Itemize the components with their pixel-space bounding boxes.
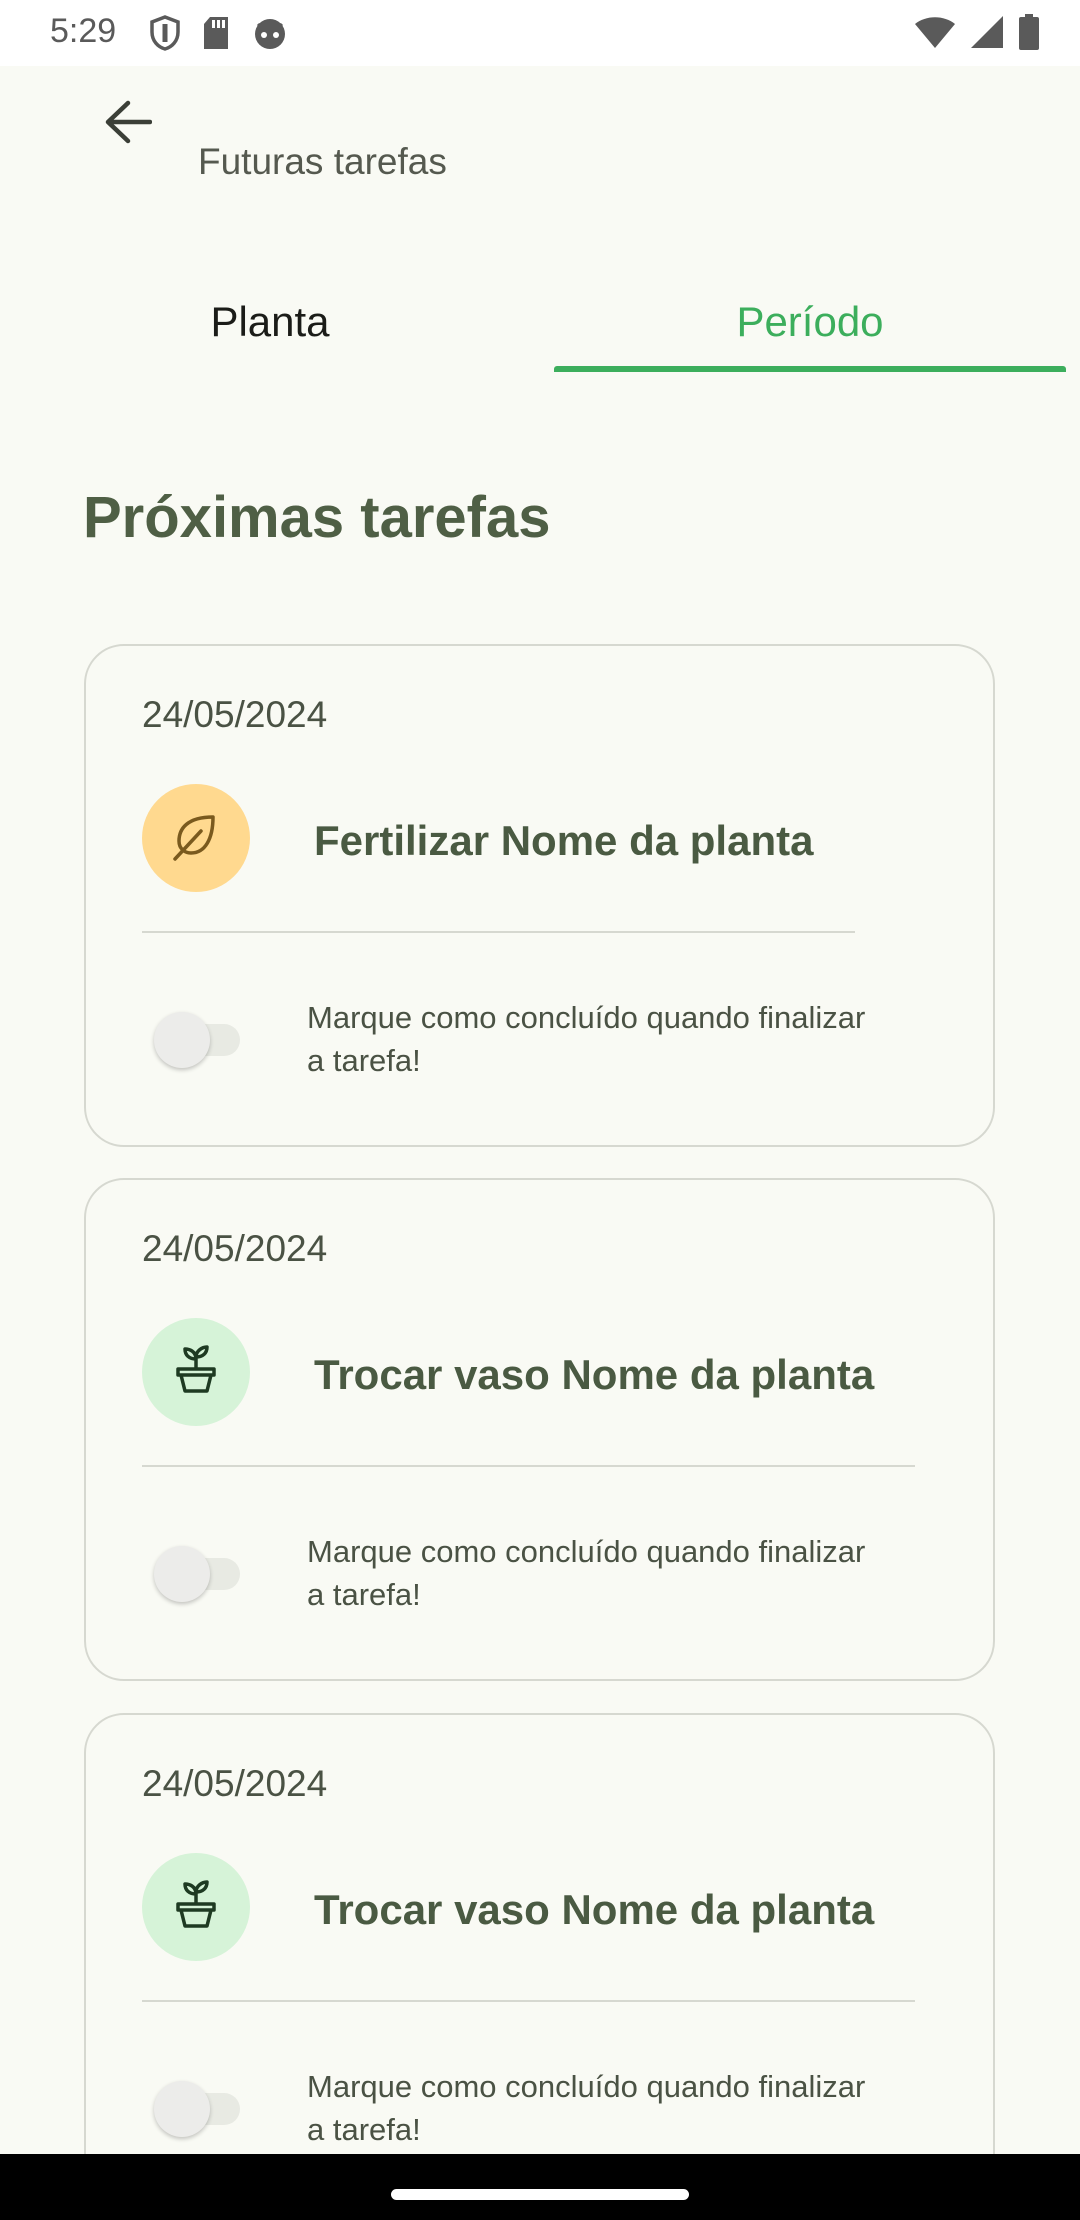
arrow-left-icon	[104, 100, 153, 149]
switch-label: Marque como concluído quando finalizar a…	[307, 1534, 866, 1612]
task-card: 24/05/2024 Fertilizar Nome da planta Mar…	[84, 644, 995, 1147]
potted-plant-icon	[169, 1878, 223, 1937]
completed-switch[interactable]	[154, 1011, 242, 1069]
divider	[142, 2000, 915, 2002]
tab-indicator	[554, 366, 1066, 372]
status-bar: 5:29	[0, 0, 1080, 66]
tab-periodo[interactable]: Período	[554, 270, 1066, 374]
task-date: 24/05/2024	[142, 694, 328, 735]
switch-label: Marque como concluído quando finalizar a…	[307, 2069, 866, 2147]
home-gesture-handle[interactable]	[391, 2189, 689, 2200]
divider	[142, 931, 855, 933]
page-title: Futuras tarefas	[198, 141, 447, 182]
tab-planta[interactable]: Planta	[0, 270, 540, 374]
status-left-icons	[150, 15, 288, 56]
task-date: 24/05/2024	[142, 1228, 328, 1269]
completed-switch[interactable]	[154, 1545, 242, 1603]
switch-thumb	[154, 1546, 210, 1602]
task-date: 24/05/2024	[142, 1763, 328, 1804]
switch-thumb	[154, 2081, 210, 2137]
task-card: 24/05/2024 Trocar vaso Nome da planta Ma…	[84, 1713, 995, 2216]
wifi-icon	[914, 15, 956, 54]
leaf-icon	[169, 809, 223, 868]
divider	[142, 1465, 915, 1467]
task-card: 24/05/2024 Trocar vaso Nome da planta Ma…	[84, 1178, 995, 1681]
signal-icon	[970, 15, 1004, 54]
task-type-badge	[142, 784, 250, 892]
completed-switch[interactable]	[154, 2080, 242, 2138]
status-right-icons	[914, 14, 1040, 55]
section-title: Próximas tarefas	[83, 485, 551, 550]
sd-card-icon	[202, 16, 230, 55]
task-type-badge	[142, 1853, 250, 1961]
task-type-badge	[142, 1318, 250, 1426]
status-time: 5:29	[50, 12, 117, 50]
task-title: Fertilizar Nome da planta	[314, 817, 814, 864]
tab-bar: Planta Período	[0, 270, 1066, 374]
back-button[interactable]	[92, 88, 164, 160]
android-face-icon	[252, 16, 288, 55]
task-title: Trocar vaso Nome da planta	[314, 1351, 875, 1398]
switch-label: Marque como concluído quando finalizar a…	[307, 1000, 866, 1078]
potted-plant-icon	[169, 1343, 223, 1402]
task-title: Trocar vaso Nome da planta	[314, 1886, 875, 1933]
shield-icon	[150, 15, 180, 56]
battery-icon	[1018, 14, 1040, 55]
switch-thumb	[154, 1012, 210, 1068]
system-navigation-bar	[0, 2154, 1080, 2220]
